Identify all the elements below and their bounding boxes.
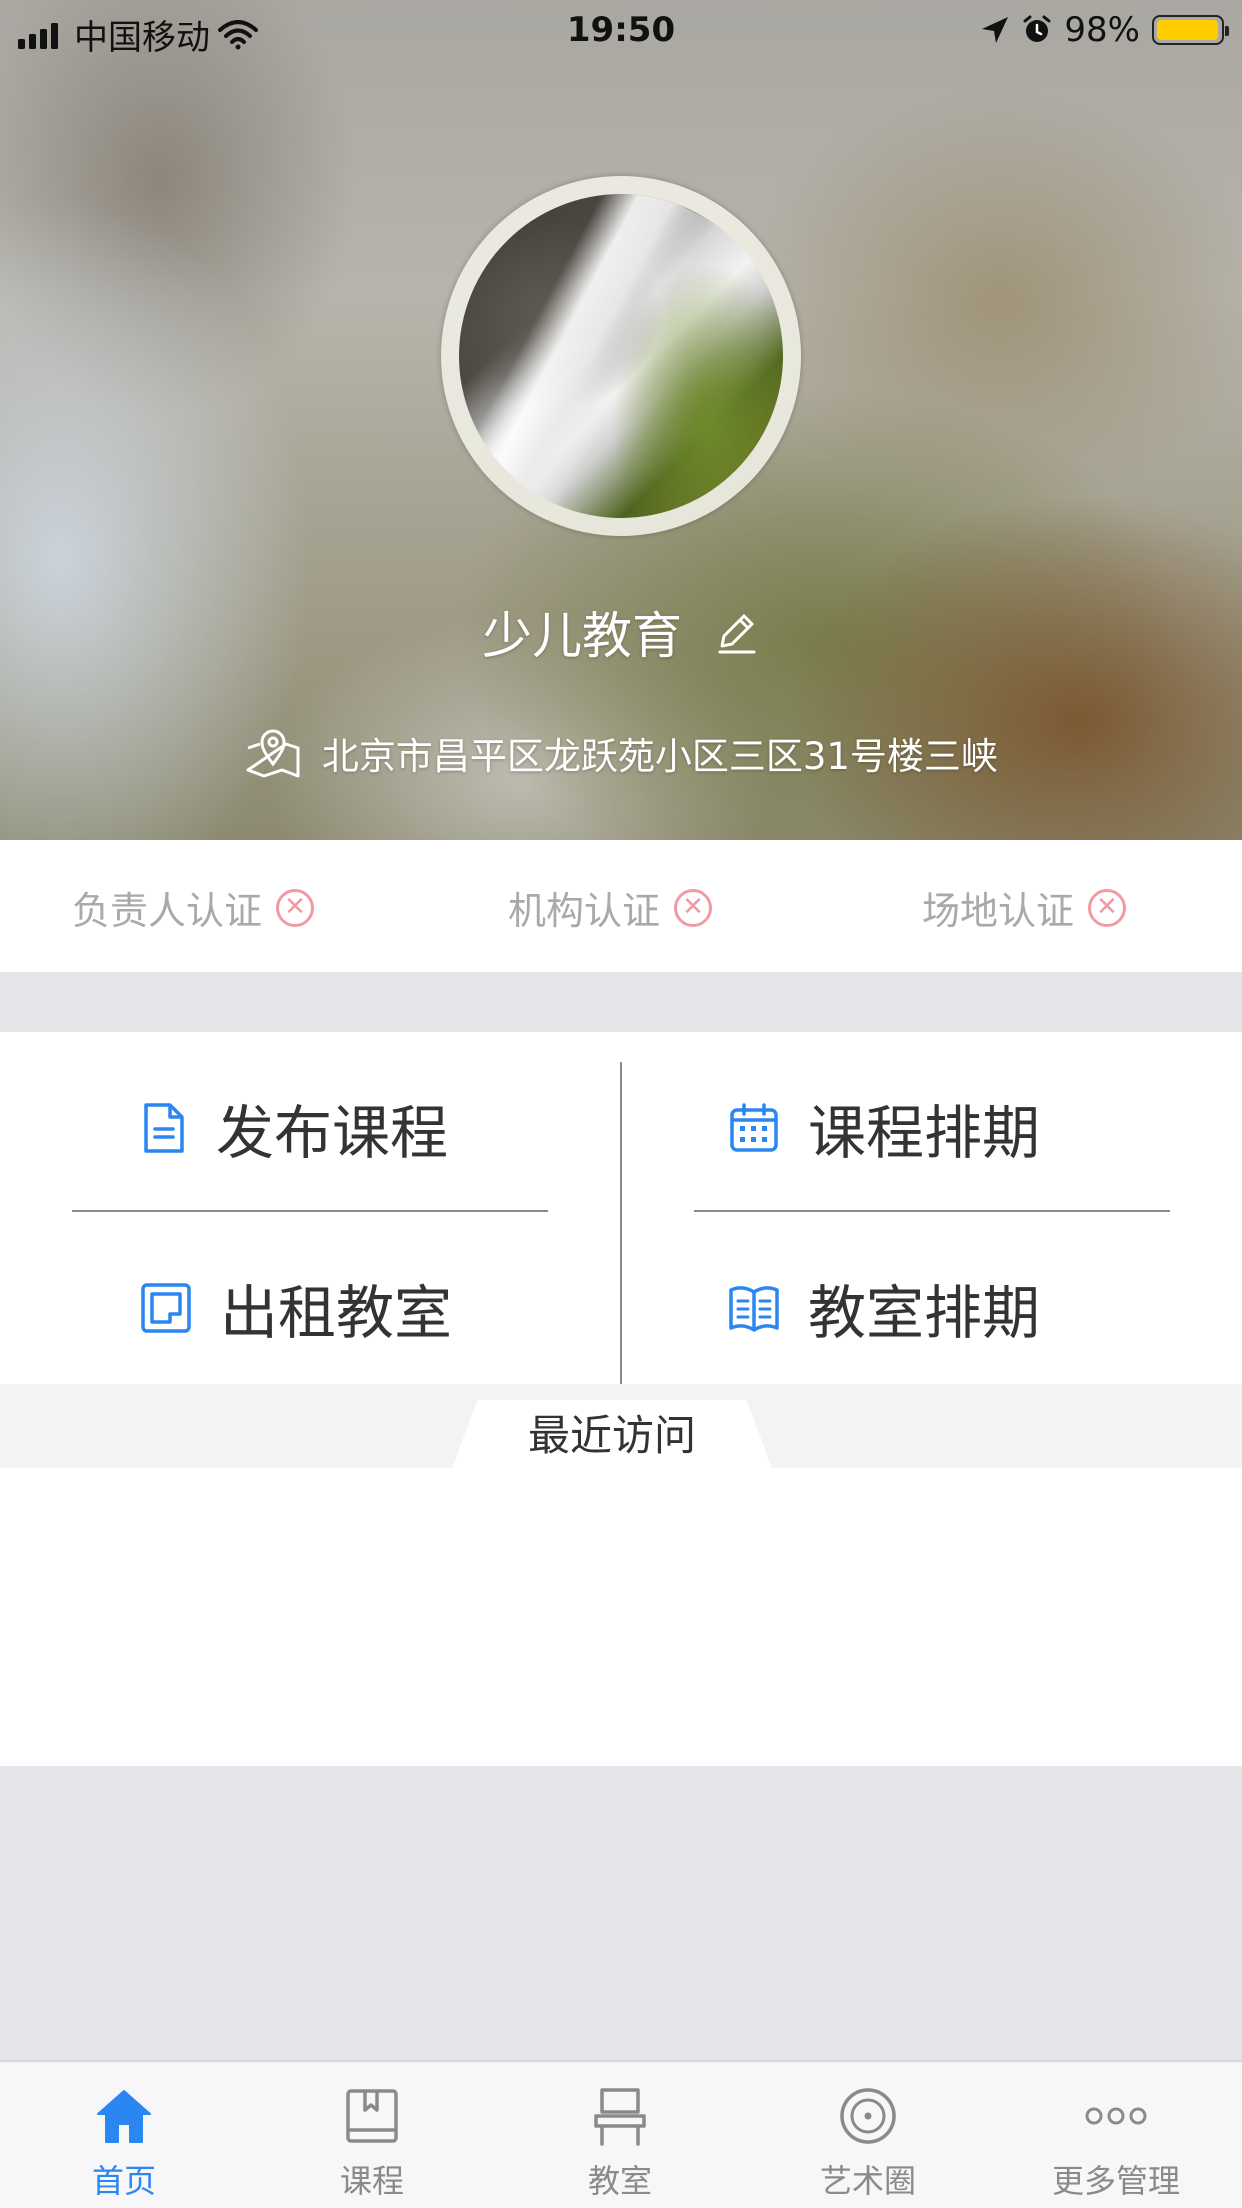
action-label: 出租教室 xyxy=(220,1279,453,1347)
divider xyxy=(620,1062,622,1392)
tab-classroom[interactable]: 教室 xyxy=(496,2080,744,2202)
course-schedule-button[interactable]: 课程排期 xyxy=(728,1086,1040,1170)
disc-icon xyxy=(840,2088,896,2144)
map-pin-icon xyxy=(246,729,300,778)
rent-classroom-button[interactable]: 出租教室 xyxy=(140,1266,452,1350)
cross-circle-icon: ✕ xyxy=(674,888,713,927)
more-icon xyxy=(1085,2107,1147,2125)
cert-venue[interactable]: 场地认证 ✕ xyxy=(922,880,1127,935)
tab-label: 课程 xyxy=(339,2162,404,2200)
certification-row: 负责人认证 ✕ 机构认证 ✕ 场地认证 ✕ xyxy=(0,840,1242,972)
recent-title: 最近访问 xyxy=(452,1400,772,1468)
tab-bar: 首页 课程 教室 艺术圈 更多管理 xyxy=(0,2060,1242,2208)
tab-label: 教室 xyxy=(587,2162,652,2200)
cert-institution[interactable]: 机构认证 ✕ xyxy=(508,880,713,935)
cert-label: 机构认证 xyxy=(508,889,661,933)
publish-course-button[interactable]: 发布课程 xyxy=(140,1086,448,1170)
org-name: 少儿教育 xyxy=(482,607,683,665)
recent-list xyxy=(0,1468,1242,1766)
book-icon xyxy=(346,2089,398,2143)
battery-icon xyxy=(1152,15,1229,45)
address-text: 北京市昌平区龙跃苑小区三区31号楼三峡 xyxy=(321,735,998,778)
action-label: 发布课程 xyxy=(216,1099,449,1167)
cross-circle-icon: ✕ xyxy=(1088,888,1127,927)
action-grid: 发布课程 课程排期 出租教室 教室排期 xyxy=(0,1032,1242,1392)
alarm-icon xyxy=(1023,15,1051,42)
cert-label: 负责人认证 xyxy=(72,889,263,933)
avatar[interactable] xyxy=(441,176,801,536)
action-label: 教室排期 xyxy=(808,1279,1041,1347)
tab-art-circle[interactable]: 艺术圈 xyxy=(744,2080,992,2202)
status-bar: 中国移动 19:50 98% xyxy=(0,0,1242,60)
edit-pencil-icon[interactable] xyxy=(712,608,760,656)
recent-section-header: 最近访问 xyxy=(0,1384,1242,1468)
tab-label: 艺术圈 xyxy=(819,2162,916,2200)
cross-circle-icon: ✕ xyxy=(276,888,315,927)
home-icon xyxy=(97,2090,151,2143)
location-arrow-icon xyxy=(982,17,1009,43)
profile-header: 中国移动 19:50 98% 少儿教育 北京市昌平区龙跃苑小区三区31号楼三峡 xyxy=(0,0,1242,840)
tab-home[interactable]: 首页 xyxy=(0,2080,248,2202)
org-name-row: 少儿教育 xyxy=(0,596,1242,668)
book-icon xyxy=(729,1286,779,1332)
divider xyxy=(72,1210,548,1212)
cert-label: 场地认证 xyxy=(922,889,1075,933)
calendar-icon xyxy=(730,1103,778,1152)
avatar-image xyxy=(459,194,783,518)
cert-responsible-person[interactable]: 负责人认证 ✕ xyxy=(72,880,315,935)
divider xyxy=(694,1210,1170,1212)
classroom-schedule-button[interactable]: 教室排期 xyxy=(728,1266,1040,1350)
tab-more-management[interactable]: 更多管理 xyxy=(992,2080,1240,2202)
battery-percent: 98% xyxy=(1064,10,1140,50)
action-label: 课程排期 xyxy=(808,1099,1041,1167)
tab-courses[interactable]: 课程 xyxy=(248,2080,496,2202)
chair-icon xyxy=(594,2088,646,2146)
tab-label: 首页 xyxy=(91,2162,156,2200)
document-icon xyxy=(144,1103,184,1153)
monitor-icon xyxy=(141,1283,191,1333)
address-row[interactable]: 北京市昌平区龙跃苑小区三区31号楼三峡 xyxy=(0,726,1242,780)
tab-label: 更多管理 xyxy=(1051,2162,1180,2200)
